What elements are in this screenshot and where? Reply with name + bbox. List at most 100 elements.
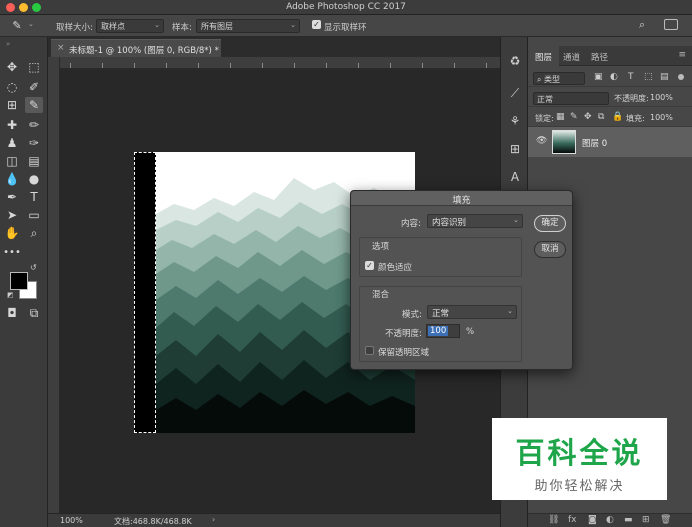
sample-size-select[interactable]: 取样点 ⌄ xyxy=(96,19,164,33)
dodge-tool-icon[interactable]: ● xyxy=(25,171,43,187)
eraser-tool-icon[interactable]: ◫ xyxy=(3,153,21,169)
quick-mask-icon[interactable]: ◘ xyxy=(3,305,21,321)
new-group-icon[interactable]: ▬ xyxy=(624,515,633,525)
zoom-level[interactable]: 100% xyxy=(60,516,83,525)
crop-tool-icon[interactable]: ⊞ xyxy=(3,97,21,113)
filter-smart-object-icon[interactable]: ▤ xyxy=(660,72,669,82)
content-value: 内容识别 xyxy=(432,218,467,228)
path-selection-tool-icon[interactable]: ➤ xyxy=(3,207,21,223)
opacity-input[interactable]: 100 xyxy=(426,324,460,338)
filter-toggle-icon[interactable] xyxy=(678,74,684,80)
opacity-value[interactable]: 100% xyxy=(650,93,673,102)
filter-row: ⌕ 类型 ▣ ◐ T ⬚ ▤ xyxy=(528,69,692,87)
lock-label: 锁定: xyxy=(535,114,554,123)
blend-mode-select[interactable]: 正常 xyxy=(533,92,609,105)
eyedropper-tool-icon[interactable]: ✎ xyxy=(25,97,43,113)
quick-selection-tool-icon[interactable]: ✐ xyxy=(25,79,43,95)
delete-layer-icon[interactable]: 🗑 xyxy=(660,515,671,525)
tab-paths[interactable]: 路径 xyxy=(584,46,615,66)
lock-all-icon[interactable]: 🔒 xyxy=(612,112,623,122)
title-bar: Adobe Photoshop CC 2017 xyxy=(0,0,692,15)
libraries-icon[interactable]: ♻ xyxy=(507,53,523,69)
tab-channels[interactable]: 通道 xyxy=(556,46,587,66)
workspace-icon[interactable] xyxy=(664,19,678,30)
zoom-tool-icon[interactable]: ⌕ xyxy=(25,225,43,241)
lock-image-icon[interactable]: ✎ xyxy=(570,112,578,122)
curves-icon[interactable]: ⟋ xyxy=(507,85,523,101)
fill-value[interactable]: 100% xyxy=(650,113,673,122)
lasso-tool-icon[interactable]: ◌ xyxy=(3,79,21,95)
crop-panel-icon[interactable]: ⊞ xyxy=(507,141,523,157)
sample-select[interactable]: 所有图层 ⌄ xyxy=(196,19,300,33)
move-tool-icon[interactable]: ✥ xyxy=(3,59,21,75)
chevron-down-icon[interactable]: ⌄ xyxy=(28,20,34,28)
ruler-tick xyxy=(166,63,167,68)
visibility-eye-icon[interactable]: 👁 xyxy=(536,136,547,146)
filter-adjustment-icon[interactable]: ◐ xyxy=(610,72,618,82)
document-tab[interactable]: × 未标题-1 @ 100% (图层 0, RGB/8*) * xyxy=(51,39,221,57)
fx-icon[interactable]: fx xyxy=(568,515,577,525)
preserve-transparency-label: 保留透明区域 xyxy=(378,348,430,358)
app-title: Adobe Photoshop CC 2017 xyxy=(286,2,406,12)
default-colors-icon[interactable]: ◩ xyxy=(7,291,14,299)
adjustment-layer-icon[interactable]: ◐ xyxy=(606,515,614,525)
lock-transparent-icon[interactable]: ▦ xyxy=(556,112,565,122)
chevron-right-icon[interactable]: › xyxy=(212,515,215,524)
screen-mode-icon[interactable]: ⧉ xyxy=(25,305,43,321)
tab-layers[interactable]: 图层 xyxy=(528,46,560,66)
show-ring-checkbox[interactable]: ✓ xyxy=(312,20,321,30)
more-tools-icon[interactable]: ••• xyxy=(3,245,21,261)
opacity-label: 不透明度: xyxy=(385,329,422,339)
rectangle-tool-icon[interactable]: ▭ xyxy=(25,207,43,223)
panel-menu-icon[interactable]: ≡ xyxy=(678,50,686,60)
ruler-tick xyxy=(262,63,263,68)
opacity-label: 不透明度: xyxy=(614,94,649,103)
ruler-tick xyxy=(486,63,487,68)
ok-button[interactable]: 确定 xyxy=(534,215,566,232)
gradient-tool-icon[interactable]: ▤ xyxy=(25,153,43,169)
history-brush-tool-icon[interactable]: ✑ xyxy=(25,135,43,151)
add-mask-icon[interactable]: ◙ xyxy=(588,515,597,525)
preserve-transparency-checkbox[interactable] xyxy=(365,346,374,355)
link-layers-icon[interactable]: ⛓ xyxy=(548,515,559,525)
layer-name[interactable]: 图层 0 xyxy=(582,137,607,149)
filter-shape-icon[interactable]: ⬚ xyxy=(644,72,653,82)
hand-tool-icon[interactable]: ✋ xyxy=(3,225,21,241)
filter-pixel-icon[interactable]: ▣ xyxy=(594,72,603,82)
lock-artboard-icon[interactable]: ⧉ xyxy=(598,112,604,122)
layer-row[interactable]: 👁 图层 0 xyxy=(528,127,692,157)
collapse-chevron-icon[interactable]: » xyxy=(6,40,10,48)
kind-filter-select[interactable]: ⌕ 类型 xyxy=(533,72,585,85)
puppet-icon[interactable]: ⚘ xyxy=(507,113,523,129)
vertical-ruler xyxy=(48,57,60,513)
mode-select[interactable]: 正常 ⌄ xyxy=(427,305,517,319)
color-adapt-checkbox[interactable]: ✓ xyxy=(365,261,374,271)
show-ring-label: 显示取样环 xyxy=(324,23,367,33)
clone-stamp-tool-icon[interactable]: ♟ xyxy=(3,135,21,151)
pen-tool-icon[interactable]: ✒ xyxy=(3,189,21,205)
new-layer-icon[interactable]: ⊞ xyxy=(642,515,650,525)
horizontal-ruler xyxy=(60,57,500,69)
healing-brush-tool-icon[interactable]: ✚ xyxy=(3,117,21,133)
filter-type-icon[interactable]: T xyxy=(628,72,634,82)
marquee-tool-icon[interactable]: ⬚ xyxy=(25,59,43,75)
chevron-down-icon: ⌄ xyxy=(290,21,296,29)
swap-colors-icon[interactable]: ↺ xyxy=(30,263,37,272)
ruler-tick xyxy=(102,63,103,68)
content-select[interactable]: 内容识别 ⌄ xyxy=(427,214,523,228)
close-tab-icon[interactable]: × xyxy=(57,43,65,53)
ruler-tick xyxy=(422,63,423,68)
document-tab-bar: × 未标题-1 @ 100% (图层 0, RGB/8*) * xyxy=(48,37,500,57)
cancel-button[interactable]: 取消 xyxy=(534,241,566,258)
brush-tool-icon[interactable]: ✏ xyxy=(25,117,43,133)
blur-tool-icon[interactable]: 💧 xyxy=(3,171,21,187)
search-icon[interactable]: ⌕ xyxy=(639,18,645,32)
opacity-input-value: 100 xyxy=(428,326,449,336)
foreground-color-swatch[interactable] xyxy=(10,272,28,290)
lock-position-icon[interactable]: ✥ xyxy=(584,112,592,122)
type-tool-icon[interactable]: T xyxy=(25,189,43,205)
blending-group: 混合 模式: 正常 ⌄ 不透明度: 100 % 保留透明区域 xyxy=(359,286,522,362)
eyedropper-tool-preset-icon[interactable]: ✎ xyxy=(8,18,26,34)
options-bar: ✎ ⌄ 取样大小: 取样点 ⌄ 样本: 所有图层 ⌄ ✓ 显示取样环 ⌕ xyxy=(0,15,692,37)
character-icon[interactable]: A xyxy=(507,169,523,185)
